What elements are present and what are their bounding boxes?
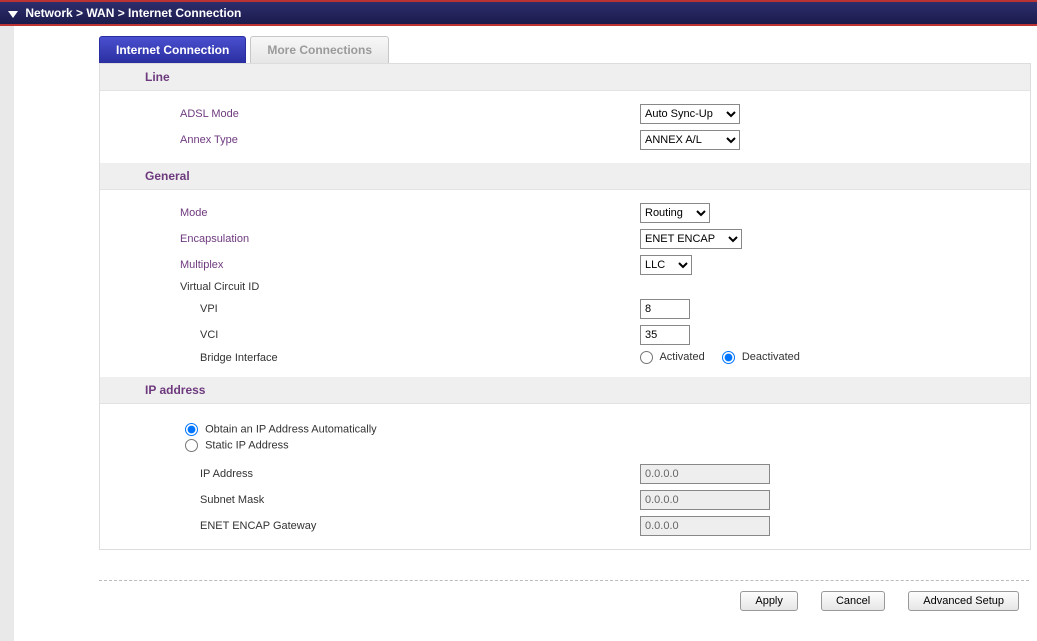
section-ip-header: IP address bbox=[100, 377, 1030, 404]
bridge-activated-radio[interactable] bbox=[640, 351, 653, 364]
encapsulation-label: Encapsulation bbox=[100, 233, 640, 245]
adsl-mode-select[interactable]: Auto Sync-Up bbox=[640, 104, 740, 124]
subnet-mask-label: Subnet Mask bbox=[100, 494, 640, 506]
vci-input[interactable] bbox=[640, 325, 690, 345]
ip-static-radio[interactable] bbox=[185, 439, 198, 452]
mode-label: Mode bbox=[100, 207, 640, 219]
breadcrumb: Network > WAN > Internet Connection bbox=[25, 6, 241, 20]
mode-select[interactable]: Routing bbox=[640, 203, 710, 223]
tab-internet-connection[interactable]: Internet Connection bbox=[99, 36, 246, 63]
gateway-label: ENET ENCAP Gateway bbox=[100, 520, 640, 532]
vpi-input[interactable] bbox=[640, 299, 690, 319]
vpi-label: VPI bbox=[100, 303, 640, 315]
bridge-deactivated-radio[interactable] bbox=[722, 351, 735, 364]
advanced-setup-button[interactable]: Advanced Setup bbox=[908, 591, 1019, 611]
breadcrumb-bar: Network > WAN > Internet Connection bbox=[0, 0, 1037, 26]
cancel-button[interactable]: Cancel bbox=[821, 591, 885, 611]
subnet-mask-input[interactable] bbox=[640, 490, 770, 510]
bridge-activated-label: Activated bbox=[659, 351, 704, 363]
ip-address-label: IP Address bbox=[100, 468, 640, 480]
ip-address-input[interactable] bbox=[640, 464, 770, 484]
annex-type-label: Annex Type bbox=[100, 134, 640, 146]
apply-button[interactable]: Apply bbox=[740, 591, 798, 611]
bridge-interface-label: Bridge Interface bbox=[100, 352, 640, 364]
gateway-input[interactable] bbox=[640, 516, 770, 536]
multiplex-label: Multiplex bbox=[100, 259, 640, 271]
ip-obtain-radio[interactable] bbox=[185, 423, 198, 436]
tabs: Internet Connection More Connections bbox=[99, 36, 1037, 63]
bridge-deactivated-label: Deactivated bbox=[742, 351, 800, 363]
tab-more-connections[interactable]: More Connections bbox=[250, 36, 389, 63]
panel: Line ADSL Mode Auto Sync-Up Annex Type A… bbox=[99, 63, 1031, 550]
adsl-mode-label: ADSL Mode bbox=[100, 108, 640, 120]
vcid-label: Virtual Circuit ID bbox=[100, 281, 640, 293]
section-line-header: Line bbox=[100, 64, 1030, 91]
encapsulation-select[interactable]: ENET ENCAP bbox=[640, 229, 742, 249]
section-general-header: General bbox=[100, 163, 1030, 190]
ip-obtain-label: Obtain an IP Address Automatically bbox=[205, 423, 377, 435]
annex-type-select[interactable]: ANNEX A/L bbox=[640, 130, 740, 150]
chevron-down-icon bbox=[8, 11, 18, 18]
footer: Apply Cancel Advanced Setup bbox=[99, 580, 1029, 641]
vci-label: VCI bbox=[100, 329, 640, 341]
multiplex-select[interactable]: LLC bbox=[640, 255, 692, 275]
ip-static-label: Static IP Address bbox=[205, 439, 289, 451]
left-margin bbox=[0, 26, 14, 641]
